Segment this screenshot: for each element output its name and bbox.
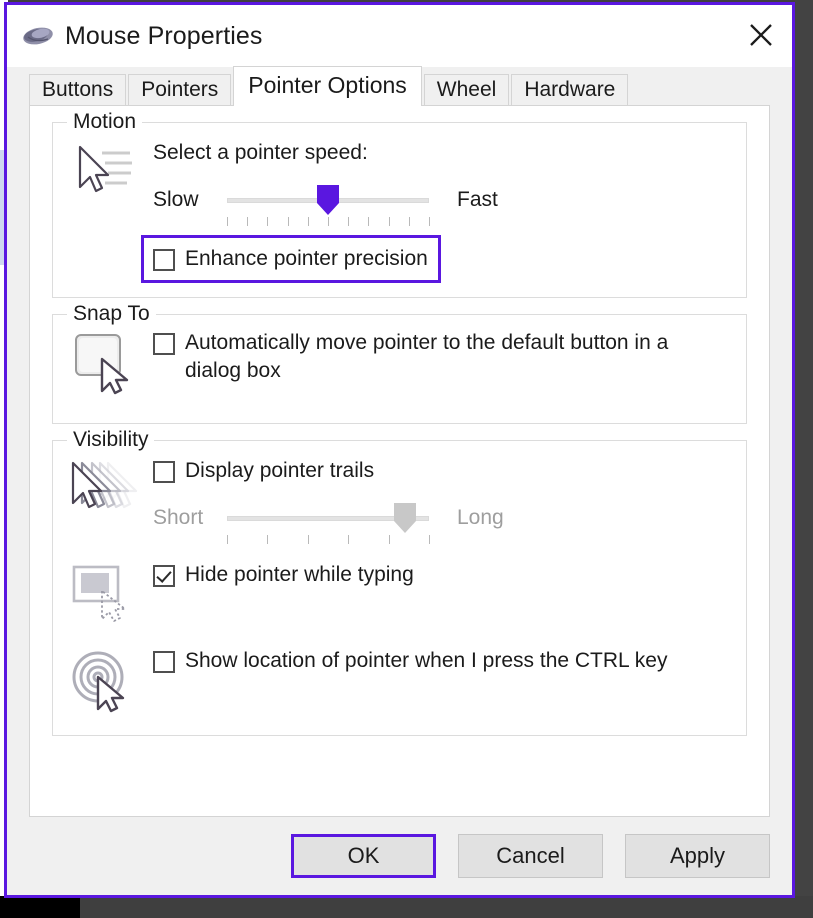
- background-right-area: [795, 0, 813, 918]
- pointer-trails-slider-row: Short Long: [153, 501, 730, 544]
- show-pointer-location-row[interactable]: Show location of pointer when I press th…: [153, 647, 730, 675]
- tab-wheel[interactable]: Wheel: [423, 74, 510, 105]
- pointer-trails-slider[interactable]: [227, 501, 430, 544]
- dialog-title: Mouse Properties: [65, 21, 263, 50]
- screen: Mouse Properties Buttons Pointers Pointe…: [0, 0, 813, 918]
- tab-pointers[interactable]: Pointers: [128, 74, 232, 105]
- title-bar: Mouse Properties: [7, 5, 792, 67]
- hide-pointer-typing-label: Hide pointer while typing: [185, 563, 414, 586]
- mouse-icon: [21, 24, 55, 48]
- dialog-footer: OK Cancel Apply: [7, 817, 792, 895]
- pointer-speed-fast-label: Fast: [457, 188, 498, 211]
- hide-pointer-typing-icon: [53, 561, 153, 622]
- background-bottom-area: [80, 896, 813, 918]
- pointer-speed-slow-label: Slow: [153, 188, 199, 211]
- motion-group: Motion Select a pointer speed: Slow Fast…: [52, 110, 747, 298]
- display-pointer-trails-checkbox[interactable]: [153, 461, 175, 483]
- snap-to-group: Snap To Automatically move pointer to th…: [52, 302, 747, 424]
- pointer-speed-caption: Select a pointer speed:: [153, 141, 368, 164]
- pointer-speed-slider[interactable]: [227, 183, 430, 226]
- snap-to-default-button-label: Automatically move pointer to the defaul…: [185, 331, 669, 382]
- pointer-location-ctrl-icon: [53, 647, 153, 713]
- pointer-speed-slider-row: Slow Fast: [153, 183, 730, 226]
- pointer-trails-short-label: Short: [153, 506, 204, 529]
- show-pointer-location-label: Show location of pointer when I press th…: [185, 649, 668, 672]
- display-pointer-trails-row[interactable]: Display pointer trails: [153, 457, 730, 485]
- enhance-pointer-precision-checkbox[interactable]: [153, 249, 175, 271]
- hide-pointer-typing-checkbox[interactable]: [153, 565, 175, 587]
- default-button-pointer-icon: [53, 329, 153, 395]
- pointer-speed-icon: [53, 141, 153, 197]
- pointer-speed-slider-ticks: [227, 217, 430, 227]
- enhance-pointer-precision-row[interactable]: Enhance pointer precision: [153, 245, 428, 273]
- snap-to-default-button-row[interactable]: Automatically move pointer to the defaul…: [153, 329, 730, 385]
- display-pointer-trails-label: Display pointer trails: [185, 459, 375, 482]
- pointer-trails-slider-ticks: [227, 535, 430, 545]
- close-button[interactable]: [730, 5, 792, 65]
- ok-button[interactable]: OK: [291, 834, 436, 878]
- background-taskbar-corner: [0, 896, 80, 918]
- tab-pointer-options[interactable]: Pointer Options: [233, 66, 422, 106]
- visibility-group: Visibility Display pointer trails Short …: [52, 428, 747, 736]
- hide-pointer-typing-row[interactable]: Hide pointer while typing: [153, 561, 730, 589]
- tab-hardware[interactable]: Hardware: [511, 74, 629, 105]
- pointer-speed-slider-thumb[interactable]: [317, 185, 339, 215]
- enhance-precision-focus-outline: Enhance pointer precision: [141, 235, 441, 283]
- pointer-trails-long-label: Long: [457, 506, 504, 529]
- pointer-options-page: Motion Select a pointer speed: Slow Fast…: [29, 105, 770, 817]
- tab-strip: Buttons Pointers Pointer Options Wheel H…: [7, 66, 792, 106]
- cancel-button[interactable]: Cancel: [458, 834, 603, 878]
- pointer-trails-icon: [53, 457, 153, 519]
- apply-button[interactable]: Apply: [625, 834, 770, 878]
- tab-buttons[interactable]: Buttons: [29, 74, 127, 105]
- pointer-trails-slider-thumb[interactable]: [393, 503, 416, 533]
- mouse-properties-dialog: Mouse Properties Buttons Pointers Pointe…: [4, 2, 795, 898]
- enhance-pointer-precision-label: Enhance pointer precision: [185, 247, 428, 270]
- snap-to-default-button-checkbox[interactable]: [153, 333, 175, 355]
- show-pointer-location-checkbox[interactable]: [153, 651, 175, 673]
